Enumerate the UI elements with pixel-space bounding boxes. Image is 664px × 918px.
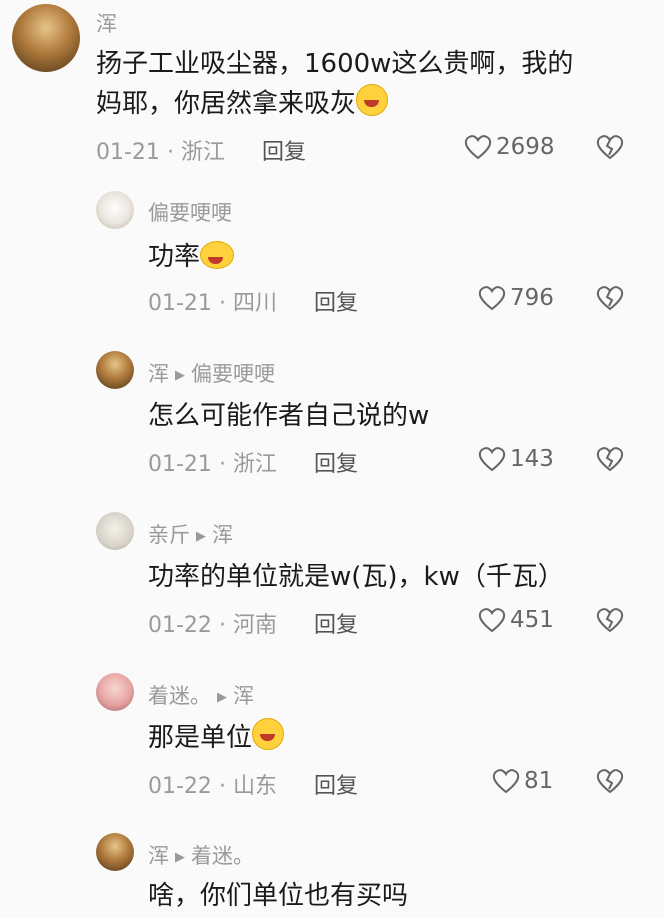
like-button[interactable]: 451 — [478, 607, 554, 633]
reply-button[interactable]: 回复 — [314, 452, 358, 477]
comment-location: 四川 — [232, 291, 277, 316]
comment-6: 浑 ▶ 着迷。 啥，你们单位也有买吗 — [0, 828, 664, 918]
dislike-button[interactable] — [596, 285, 624, 315]
comment-meta: 01-21 · 浙江 回复 — [96, 134, 306, 166]
like-count: 143 — [510, 446, 554, 472]
comment-author[interactable]: 偏要哽哽 — [148, 197, 232, 227]
avatar[interactable] — [96, 833, 134, 871]
comment-meta: 01-21 · 浙江 回复 — [148, 446, 358, 478]
like-button[interactable]: 143 — [478, 446, 554, 472]
like-button[interactable]: 81 — [492, 768, 553, 794]
avatar[interactable] — [96, 673, 134, 711]
comment-meta: 01-21 · 四川 回复 — [148, 285, 358, 317]
comment-text: 啥，你们单位也有买吗 — [148, 881, 409, 911]
reply-button[interactable]: 回复 — [314, 774, 358, 799]
triangle-right-icon: ▶ — [175, 850, 185, 865]
like-count: 796 — [510, 285, 554, 311]
comment-meta: 01-22 · 河南 回复 — [148, 607, 358, 639]
comment-text: 扬子工业吸尘器，1600w这么贵啊，我的 — [96, 44, 573, 84]
comment-author-line: 亲斤 ▶ 浑 — [148, 519, 233, 549]
comment-author-line: 浑 ▶ 着迷。 — [148, 840, 254, 870]
reply-to-author[interactable]: 浑 — [233, 684, 254, 708]
comment-author[interactable]: 浑 — [148, 844, 169, 868]
comment-2: 偏要哽哽 功率 01-21 · 四川 回复 796 — [0, 185, 664, 340]
comment-text: 功率 — [148, 237, 235, 277]
surprised-emoji-icon — [252, 718, 285, 750]
comment-3: 浑 ▶ 偏要哽哽 怎么可能作者自己说的w 01-21 · 浙江 回复 143 — [0, 346, 664, 501]
comment-author-line: 浑 ▶ 偏要哽哽 — [148, 358, 275, 388]
separator: · — [166, 140, 174, 165]
separator: · — [218, 613, 226, 638]
broken-heart-icon — [596, 447, 624, 472]
comment-location: 山东 — [232, 774, 277, 799]
avatar[interactable] — [12, 4, 80, 72]
heart-outline-icon — [478, 286, 506, 311]
comment-5: 着迷。 ▶ 浑 那是单位 01-22 · 山东 回复 81 — [0, 668, 664, 823]
comment-text-content: 那是单位 — [148, 723, 253, 753]
smiling-emoji-icon — [200, 241, 235, 269]
broken-heart-icon — [596, 286, 624, 311]
heart-outline-icon — [492, 769, 520, 794]
comment-date: 01-22 — [148, 774, 212, 799]
reply-button[interactable]: 回复 — [314, 291, 358, 316]
comment-text: 怎么可能作者自己说的w — [148, 401, 430, 431]
separator: · — [218, 452, 226, 477]
separator: · — [218, 291, 226, 316]
comment-author[interactable]: 浑 — [96, 8, 117, 38]
laughing-emoji-icon — [356, 84, 389, 116]
like-count: 451 — [510, 607, 554, 633]
separator: · — [218, 774, 226, 799]
broken-heart-icon — [596, 769, 624, 794]
comment-location: 浙江 — [232, 452, 277, 477]
comment-text-content: 功率 — [148, 242, 201, 272]
like-button[interactable]: 2698 — [464, 134, 555, 160]
broken-heart-icon — [596, 135, 624, 160]
triangle-right-icon: ▶ — [217, 690, 227, 705]
comment-1: 浑 扬子工业吸尘器，1600w这么贵啊，我的 妈耶，你居然拿来吸灰 01-21 … — [0, 0, 664, 180]
like-button[interactable]: 796 — [478, 285, 554, 311]
avatar[interactable] — [96, 512, 134, 550]
reply-button[interactable]: 回复 — [314, 613, 358, 638]
avatar[interactable] — [96, 191, 134, 229]
heart-outline-icon — [464, 135, 492, 160]
comment-author[interactable]: 浑 — [148, 362, 169, 386]
avatar[interactable] — [96, 351, 134, 389]
dislike-button[interactable] — [596, 446, 624, 476]
reply-to-author[interactable]: 浑 — [212, 523, 233, 547]
comment-date: 01-21 — [148, 452, 212, 477]
comment-location: 浙江 — [180, 140, 225, 165]
like-count: 81 — [524, 768, 554, 794]
reply-to-author[interactable]: 着迷。 — [191, 844, 254, 868]
comment-text: 那是单位 — [148, 718, 285, 758]
like-count: 2698 — [496, 134, 555, 160]
comment-text: 功率的单位就是w(瓦)，kw（千瓦） — [148, 562, 564, 592]
comment-location: 河南 — [232, 613, 277, 638]
triangle-right-icon: ▶ — [196, 529, 206, 544]
reply-button[interactable]: 回复 — [262, 140, 306, 165]
heart-outline-icon — [478, 608, 506, 633]
dislike-button[interactable] — [596, 134, 624, 164]
comment-author[interactable]: 亲斤 — [148, 523, 190, 547]
comment-4: 亲斤 ▶ 浑 功率的单位就是w(瓦)，kw（千瓦） 01-22 · 河南 回复 45… — [0, 507, 664, 662]
heart-outline-icon — [478, 447, 506, 472]
comment-author-line: 着迷。 ▶ 浑 — [148, 680, 254, 710]
reply-to-author[interactable]: 偏要哽哽 — [191, 362, 275, 386]
comment-date: 01-22 — [148, 613, 212, 638]
dislike-button[interactable] — [596, 607, 624, 637]
dislike-button[interactable] — [596, 768, 624, 798]
comment-author[interactable]: 着迷。 — [148, 684, 211, 708]
broken-heart-icon — [596, 608, 624, 633]
comment-meta: 01-22 · 山东 回复 — [148, 768, 358, 800]
comment-text-line2: 妈耶，你居然拿来吸灰 — [96, 89, 357, 119]
comment-text-2: 妈耶，你居然拿来吸灰 — [96, 84, 389, 124]
comment-date: 01-21 — [148, 291, 212, 316]
triangle-right-icon: ▶ — [175, 368, 185, 383]
comment-text-line1: 扬子工业吸尘器，1600w这么贵啊，我的 — [96, 49, 574, 79]
comment-date: 01-21 — [96, 140, 160, 165]
